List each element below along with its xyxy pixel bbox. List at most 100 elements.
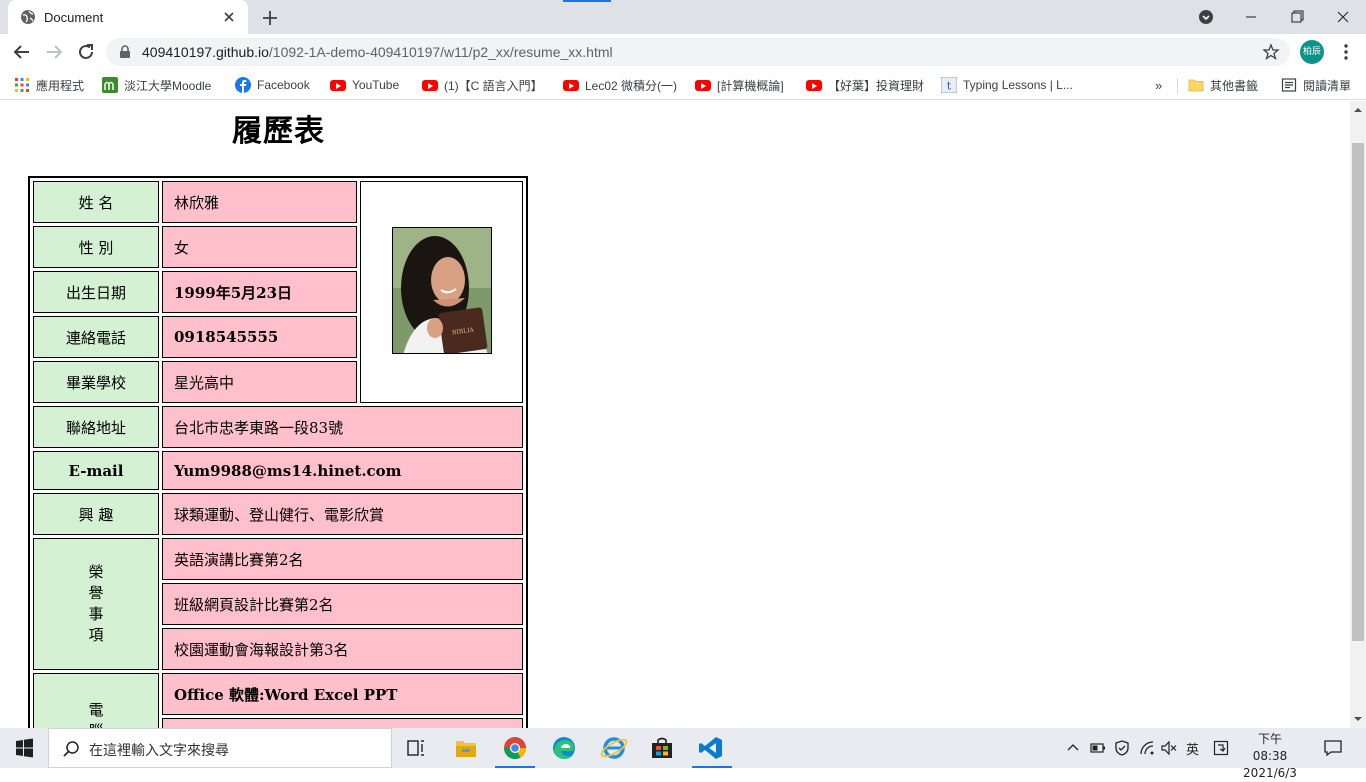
scroll-up-arrow-icon[interactable] <box>1352 104 1364 116</box>
task-view-icon[interactable] <box>392 728 440 768</box>
page-title: 履歷表 <box>232 114 325 149</box>
ime-indicator[interactable]: 英 <box>1186 739 1199 758</box>
restore-icon[interactable] <box>1274 0 1320 34</box>
name-value: 林欣雅 <box>162 181 357 223</box>
bookmark-label: Lec02 微積分(一) <box>585 78 678 93</box>
honor-item: 校園運動會海報設計第3名 <box>162 628 523 670</box>
bookmark-apps[interactable]: 應用程式 <box>14 77 84 93</box>
table-row: E-mail Yum9988@ms14.hinet.com <box>33 451 523 490</box>
school-value: 星光高中 <box>162 361 357 403</box>
bookmark-label: 淡江大學Moodle <box>124 78 212 93</box>
store-icon[interactable] <box>638 728 686 768</box>
windows-taskbar: 在這裡輸入文字來搜尋 英 下午 08:38 2021/6/3 <box>0 728 1366 780</box>
close-tab-icon[interactable] <box>220 8 238 26</box>
new-tab-icon[interactable] <box>258 6 282 30</box>
system-clock[interactable]: 下午 08:38 2021/6/3 <box>1240 731 1300 782</box>
taskbar-search[interactable]: 在這裡輸入文字來搜尋 <box>48 728 392 768</box>
phone-label: 連絡電話 <box>33 316 159 358</box>
hobby-label: 興 趣 <box>33 493 159 535</box>
search-placeholder: 在這裡輸入文字來搜尋 <box>89 743 229 759</box>
back-arrow-icon[interactable] <box>10 40 34 64</box>
vscode-icon[interactable] <box>688 728 736 768</box>
bookmark-label: 其他書籤 <box>1210 78 1259 93</box>
notification-icon[interactable] <box>1323 739 1343 757</box>
reading-list-button[interactable]: 閱讀清單 <box>1281 77 1351 93</box>
windows-start-icon[interactable] <box>0 728 48 768</box>
url-host: 409410197.github.io <box>142 44 269 60</box>
internet-explorer-icon[interactable] <box>590 728 638 768</box>
more-menu-icon[interactable] <box>1336 42 1356 62</box>
address-bar[interactable]: 409410197.github.io/1092-1A-demo-4094101… <box>106 38 1290 66</box>
bookmark-label: 【好葉】投資理財 <box>828 78 925 93</box>
honor-item: 班級網頁設計比賽第2名 <box>162 583 523 625</box>
computer-label-char: 電 <box>88 701 104 719</box>
honor-label-char: 事 <box>88 605 104 623</box>
bookmark-moodle[interactable]: 淡江大學Moodle <box>102 77 211 93</box>
search-icon <box>63 741 79 757</box>
loading-indicator <box>563 0 611 2</box>
honor-label: 榮 譽 事 項 <box>33 538 159 670</box>
gender-value: 女 <box>162 226 357 268</box>
bookmark-facebook[interactable]: Facebook <box>235 77 310 93</box>
lock-icon[interactable] <box>118 45 132 59</box>
gender-label: 性 別 <box>33 226 159 268</box>
bookmark-c-language[interactable]: (1)【C 語言入門】 <box>422 77 543 93</box>
edge-icon[interactable] <box>540 728 588 768</box>
youtube-icon <box>806 79 822 91</box>
bookmark-label: [計算機概論] <box>717 78 784 93</box>
scrollbar-thumb[interactable] <box>1352 143 1364 641</box>
profile-avatar[interactable]: 柏辰 <box>1300 40 1324 64</box>
page-viewport: 履歷表 姓 名 林欣雅 BIBLIA 性 別 女 出生日期 1999年5月23日… <box>0 101 1350 728</box>
school-label: 畢業學校 <box>33 361 159 403</box>
tab-search-icon[interactable] <box>1198 9 1214 25</box>
close-window-icon[interactable] <box>1320 0 1366 34</box>
bookmark-calculus[interactable]: Lec02 微積分(一) <box>563 77 677 93</box>
chevron-up-icon[interactable] <box>1066 741 1080 755</box>
file-explorer-icon[interactable] <box>442 728 490 768</box>
bookmark-youtube[interactable]: YouTube <box>330 77 399 93</box>
honor-label-char: 榮 <box>88 563 104 581</box>
bookmark-typing[interactable]: t Typing Lessons | L... <box>941 77 1073 93</box>
bookmark-label: YouTube <box>352 78 400 92</box>
bookmark-star-icon[interactable] <box>1262 43 1280 61</box>
photo-cell: BIBLIA <box>360 181 523 403</box>
minimize-icon[interactable] <box>1228 0 1274 34</box>
youtube-icon <box>563 79 579 91</box>
table-row: 聯絡地址 台北市忠孝東路一段83號 <box>33 406 523 448</box>
computer-label: 電 腦 <box>33 673 159 728</box>
table-row: 姓 名 林欣雅 BIBLIA <box>33 181 523 403</box>
youtube-icon <box>330 79 346 91</box>
table-row: 榮 譽 事 項 英語演講比賽第2名 <box>33 538 523 670</box>
honor-label-char: 項 <box>88 626 104 644</box>
computer-skill-item <box>162 718 523 728</box>
wifi-icon[interactable] <box>1139 740 1155 756</box>
youtube-icon <box>422 79 438 91</box>
address-value: 台北市忠孝東路一段83號 <box>162 406 523 448</box>
url-text[interactable]: 409410197.github.io/1092-1A-demo-4094101… <box>142 44 613 60</box>
email-value: Yum9988@ms14.hinet.com <box>162 451 523 490</box>
chrome-icon[interactable] <box>491 728 539 768</box>
bookmark-computer-intro[interactable]: [計算機概論] <box>695 77 784 93</box>
ime-mode-icon[interactable] <box>1213 740 1229 756</box>
battery-icon[interactable] <box>1090 741 1106 755</box>
tab-document[interactable]: Document <box>8 0 248 34</box>
bookmark-divider <box>1177 78 1178 94</box>
security-shield-icon[interactable] <box>1114 740 1130 756</box>
forward-arrow-icon[interactable] <box>42 40 66 64</box>
url-path: /1092-1A-demo-409410197/w11/p2_xx/resume… <box>268 44 613 60</box>
profile-photo: BIBLIA <box>391 227 492 354</box>
reload-icon[interactable] <box>74 40 98 64</box>
portrait-image: BIBLIA <box>392 228 491 353</box>
birth-value: 1999年5月23日 <box>162 271 357 313</box>
phone-value: 0918545555 <box>162 316 357 358</box>
more-bookmarks-button[interactable]: » <box>1155 77 1162 93</box>
other-bookmarks-folder[interactable]: 其他書籤 <box>1188 77 1258 93</box>
globe-icon <box>21 10 35 24</box>
bookmark-label: 應用程式 <box>36 78 85 93</box>
browser-toolbar: 409410197.github.io/1092-1A-demo-4094101… <box>0 34 1366 70</box>
volume-muted-icon[interactable] <box>1161 740 1177 756</box>
bookmark-investing[interactable]: 【好葉】投資理財 <box>806 77 924 93</box>
scroll-down-arrow-icon[interactable] <box>1352 713 1364 725</box>
clock-time: 下午 08:38 <box>1252 732 1288 763</box>
table-row: 電 腦 Office 軟體:Word Excel PPT <box>33 673 523 728</box>
